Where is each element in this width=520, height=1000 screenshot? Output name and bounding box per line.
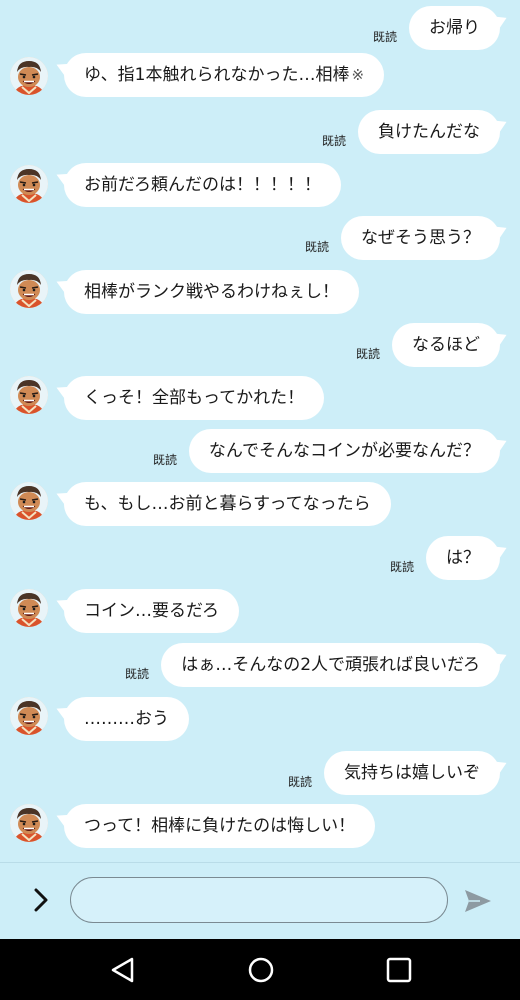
avatar[interactable] (10, 57, 48, 95)
message-row-received: つって！相棒に負けたのは悔しい！ (0, 804, 520, 854)
message-text: 気持ちは嬉しいぞ (344, 763, 480, 783)
message-row-sent: 既読 なぜそう思う？ (0, 216, 520, 266)
avatar[interactable] (10, 804, 48, 842)
avatar[interactable] (10, 482, 48, 520)
message-text: も、もし…お前と暮らすってなったら (84, 494, 371, 514)
message-bubble[interactable]: 相棒がランク戦やるわけねぇし！ (64, 270, 359, 314)
message-row-sent: 既読 なんでそんなコインが必要なんだ？ (0, 429, 520, 479)
message-row-received: 相棒がランク戦やるわけねぇし！ (0, 270, 520, 320)
message-row-sent: 既読 は？ (0, 536, 520, 586)
avatar[interactable] (10, 589, 48, 627)
message-text: なんでそんなコインが必要なんだ？ (208, 441, 480, 461)
message-row-received: コイン…要るだろ (0, 589, 520, 639)
message-bubble[interactable]: 気持ちは嬉しいぞ (324, 751, 500, 795)
message-composer (0, 863, 520, 939)
read-receipt: 既読 (389, 560, 414, 574)
avatar[interactable] (10, 376, 48, 414)
message-row-sent: 既読 なるほど (0, 323, 520, 373)
message-bubble[interactable]: なぜそう思う？ (341, 216, 500, 260)
message-text: は？ (446, 548, 480, 568)
message-text: お前だろ頼んだのは！！！！！ (84, 175, 321, 195)
chat-screen: 既読 お帰り ゆ、指1本触れられなかった…相棒 ※ 既読 負けたんだな お前だろ頼… (0, 0, 520, 1000)
nav-home-icon[interactable] (246, 955, 276, 985)
read-receipt: 既読 (287, 775, 312, 789)
message-bubble[interactable]: お帰り (409, 6, 500, 50)
message-text: ゆ、指1本触れられなかった…相棒 (84, 65, 350, 85)
read-receipt: 既読 (372, 30, 397, 44)
mark-symbol: ※ (351, 66, 365, 84)
message-bubble[interactable]: お前だろ頼んだのは！！！！！ (64, 163, 341, 207)
message-bubble[interactable]: なんでそんなコインが必要なんだ？ (188, 429, 500, 473)
avatar[interactable] (10, 270, 48, 308)
message-bubble[interactable]: ………おう (64, 697, 189, 741)
message-text: 相棒がランク戦やるわけねぇし！ (84, 282, 339, 302)
message-row-received: お前だろ頼んだのは！！！！！ (0, 163, 520, 213)
message-row-received: くっそ！全部もってかれた！ (0, 376, 520, 426)
message-row-sent: 既読 気持ちは嬉しいぞ (0, 751, 520, 801)
message-text: コイン…要るだろ (84, 601, 219, 621)
read-receipt: 既読 (152, 453, 177, 467)
message-row-sent: 既読 はぁ…そんなの2人で頑張れば良いだろ (0, 643, 520, 693)
message-text: ………おう (84, 709, 169, 729)
system-nav-bar (0, 939, 520, 1000)
read-receipt: 既読 (355, 347, 380, 361)
message-text: なぜそう思う？ (361, 228, 480, 248)
message-text: つって！相棒に負けたのは悔しい！ (84, 816, 356, 836)
message-bubble[interactable]: は？ (426, 536, 500, 580)
message-bubble[interactable]: つって！相棒に負けたのは悔しい！ (64, 804, 376, 848)
nav-back-icon[interactable] (108, 955, 138, 985)
message-list[interactable]: 既読 お帰り ゆ、指1本触れられなかった…相棒 ※ 既読 負けたんだな お前だろ頼… (0, 0, 520, 862)
message-row-sent: 既読 お帰り (0, 6, 520, 56)
message-row-received: も、もし…お前と暮らすってなったら (0, 482, 520, 532)
message-text: くっそ！全部もってかれた！ (84, 388, 305, 408)
message-text: お帰り (429, 18, 480, 38)
avatar[interactable] (10, 697, 48, 735)
message-bubble[interactable]: コイン…要るだろ (64, 589, 239, 633)
avatar[interactable] (10, 165, 48, 203)
read-receipt: 既読 (304, 240, 329, 254)
read-receipt: 既読 (124, 667, 149, 681)
message-row-sent: 既読 負けたんだな (0, 110, 520, 160)
message-bubble[interactable]: くっそ！全部もってかれた！ (64, 376, 325, 420)
nav-recents-icon[interactable] (384, 955, 414, 985)
message-text: なるほど (412, 335, 480, 355)
message-text: 負けたんだな (378, 122, 480, 142)
message-bubble[interactable]: はぁ…そんなの2人で頑張れば良いだろ (161, 643, 500, 687)
chevron-right-icon[interactable] (26, 885, 56, 915)
message-row-received: ゆ、指1本触れられなかった…相棒 ※ (0, 53, 520, 103)
message-bubble[interactable]: ゆ、指1本触れられなかった…相棒 ※ (64, 53, 385, 97)
message-row-received: ………おう (0, 697, 520, 747)
message-bubble[interactable]: も、もし…お前と暮らすってなったら (64, 482, 391, 526)
message-bubble[interactable]: 負けたんだな (358, 110, 500, 154)
read-receipt: 既読 (321, 134, 346, 148)
message-text: はぁ…そんなの2人で頑張れば良いだろ (181, 655, 480, 675)
message-input[interactable] (70, 877, 448, 923)
send-icon[interactable] (462, 885, 494, 917)
message-bubble[interactable]: なるほど (392, 323, 500, 367)
